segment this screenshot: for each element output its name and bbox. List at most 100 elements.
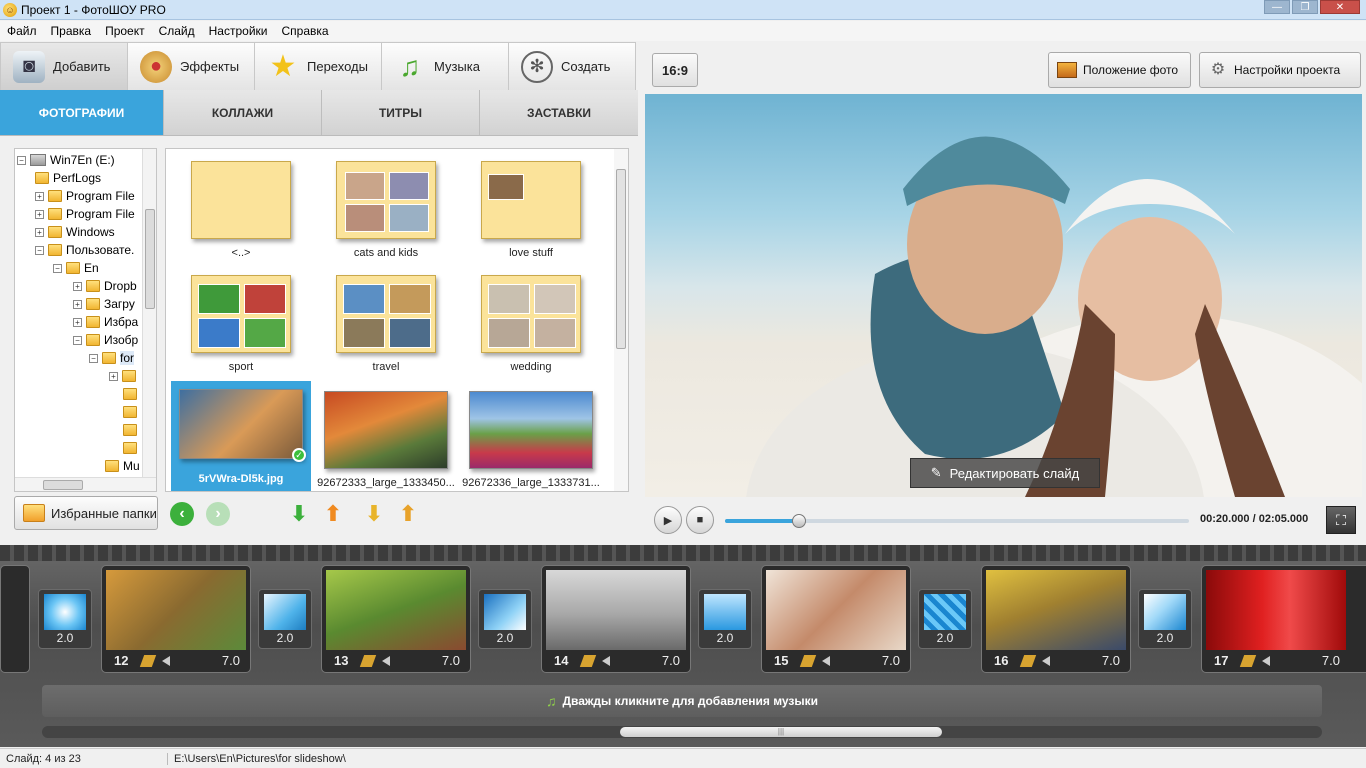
subtab-photos[interactable]: ФОТОГРАФИИ bbox=[0, 90, 164, 135]
favorite-folders-button[interactable]: Избранные папки bbox=[14, 496, 158, 530]
file-item-cats-and-kids[interactable]: cats and kids bbox=[316, 161, 456, 259]
file-item-travel[interactable]: travel bbox=[316, 275, 456, 373]
tree-item[interactable]: PerfLogs bbox=[35, 169, 101, 187]
tree-item[interactable] bbox=[123, 385, 141, 403]
tree-vertical-scrollbar[interactable] bbox=[142, 149, 156, 477]
menu-edit[interactable]: Правка bbox=[44, 24, 99, 38]
expand-icon[interactable]: + bbox=[35, 191, 44, 201]
file-item-photo[interactable]: 92672333_large_1333450... bbox=[316, 391, 456, 489]
scroll-thumb[interactable] bbox=[145, 209, 155, 309]
back-arrow-icon[interactable]: ‹ bbox=[170, 502, 194, 526]
slide-tile[interactable]: 17 7.0 bbox=[1201, 565, 1366, 673]
file-item-selected-photo[interactable]: ✓ 5rVWra-Dl5k.jpg bbox=[171, 381, 311, 491]
grid-scrollbar[interactable] bbox=[614, 149, 628, 491]
tree-item[interactable]: + Windows bbox=[35, 223, 115, 241]
tree-item[interactable]: − for bbox=[89, 349, 135, 367]
collapse-icon[interactable]: − bbox=[53, 263, 62, 273]
folder-up-icon[interactable]: ⬆ bbox=[396, 501, 420, 526]
speaker-icon[interactable] bbox=[822, 656, 830, 666]
move-down-icon[interactable]: ⬇ bbox=[287, 501, 311, 526]
pencil-icon[interactable] bbox=[579, 655, 597, 667]
speaker-icon[interactable] bbox=[1042, 656, 1050, 666]
tree-item[interactable]: − Изобр bbox=[73, 331, 138, 349]
expand-icon[interactable]: + bbox=[35, 209, 44, 219]
menu-settings[interactable]: Настройки bbox=[202, 24, 275, 38]
play-icon[interactable]: ▶ bbox=[654, 506, 682, 534]
project-settings-button[interactable]: ⚙ Настройки проекта bbox=[1199, 52, 1361, 88]
tree-item[interactable]: − En bbox=[53, 259, 99, 277]
timeline-scrollbar[interactable]: ||| bbox=[42, 726, 1322, 738]
slide-tile[interactable]: 15 7.0 bbox=[761, 565, 911, 673]
move-up-icon[interactable]: ⬆ bbox=[321, 501, 345, 526]
tree-item[interactable] bbox=[123, 421, 141, 439]
transition-tile[interactable]: 2.0 bbox=[918, 589, 972, 649]
speaker-icon[interactable] bbox=[1262, 656, 1270, 666]
expand-icon[interactable]: + bbox=[73, 281, 82, 291]
close-icon[interactable]: ✕ bbox=[1320, 0, 1360, 14]
menu-project[interactable]: Проект bbox=[98, 24, 152, 38]
tree-item[interactable]: Mu bbox=[105, 457, 140, 475]
slide-tile[interactable]: 12 7.0 bbox=[101, 565, 251, 673]
photo-position-button[interactable]: Положение фото bbox=[1048, 52, 1191, 88]
pencil-icon[interactable] bbox=[359, 655, 377, 667]
music-track[interactable]: ♫ Дважды кликните для добавления музыки bbox=[42, 685, 1322, 717]
expand-icon[interactable]: + bbox=[109, 371, 118, 381]
tree-horizontal-scrollbar[interactable] bbox=[15, 477, 156, 491]
edit-slide-button[interactable]: ✎ Редактировать слайд bbox=[910, 458, 1100, 488]
tree-item[interactable]: + Загру bbox=[73, 295, 135, 313]
scroll-thumb[interactable]: ||| bbox=[620, 727, 942, 737]
collapse-icon[interactable]: − bbox=[35, 245, 44, 255]
speaker-icon[interactable] bbox=[382, 656, 390, 666]
tab-music[interactable]: ♫ Музыка bbox=[381, 42, 509, 90]
tree-item[interactable]: + bbox=[109, 367, 140, 385]
pencil-icon[interactable] bbox=[799, 655, 817, 667]
playback-knob[interactable] bbox=[792, 514, 807, 528]
fullscreen-icon[interactable]: ⛶ bbox=[1326, 506, 1356, 534]
file-item-parent[interactable]: <..> bbox=[171, 161, 311, 259]
tab-effects[interactable]: ● Эффекты bbox=[127, 42, 255, 90]
stop-icon[interactable]: ■ bbox=[686, 506, 714, 534]
file-item-love-stuff[interactable]: love stuff bbox=[461, 161, 601, 259]
tab-add[interactable]: ◙ Добавить bbox=[0, 42, 128, 90]
aspect-ratio-button[interactable]: 16:9 bbox=[652, 53, 698, 87]
menu-slide[interactable]: Слайд bbox=[152, 24, 202, 38]
slide-tile[interactable]: 14 7.0 bbox=[541, 565, 691, 673]
tab-create[interactable]: ✻ Создать bbox=[508, 42, 636, 90]
file-item-wedding[interactable]: wedding bbox=[461, 275, 601, 373]
collapse-icon[interactable]: − bbox=[73, 335, 82, 345]
pencil-icon[interactable] bbox=[139, 655, 157, 667]
slide-partial[interactable] bbox=[0, 565, 30, 673]
expand-icon[interactable]: + bbox=[73, 317, 82, 327]
tree-item[interactable]: − Win7En (E:) bbox=[17, 151, 115, 169]
minimize-icon[interactable]: — bbox=[1264, 0, 1290, 14]
slide-tile[interactable]: 16 7.0 bbox=[981, 565, 1131, 673]
expand-icon[interactable]: + bbox=[35, 227, 44, 237]
transition-tile[interactable]: 2.0 bbox=[478, 589, 532, 649]
tree-item[interactable] bbox=[123, 439, 141, 457]
transition-tile[interactable]: 2.0 bbox=[258, 589, 312, 649]
tree-item[interactable]: + Избра bbox=[73, 313, 138, 331]
menu-help[interactable]: Справка bbox=[274, 24, 335, 38]
scroll-thumb[interactable] bbox=[43, 480, 83, 490]
file-item-sport[interactable]: sport bbox=[171, 275, 311, 373]
collapse-icon[interactable]: − bbox=[17, 155, 26, 165]
menu-file[interactable]: Файл bbox=[0, 24, 44, 38]
transition-tile[interactable]: 2.0 bbox=[698, 589, 752, 649]
tree-item[interactable]: + Program File bbox=[35, 205, 135, 223]
tab-transitions[interactable]: ★ Переходы bbox=[254, 42, 382, 90]
subtab-collages[interactable]: КОЛЛАЖИ bbox=[164, 90, 322, 135]
tree-item[interactable]: − Пользовате. bbox=[35, 241, 134, 259]
folder-tree[interactable]: Mu + − for − Изобр + Избра + Загру + Dropb − En − Польз… bbox=[14, 148, 157, 492]
subtab-intros[interactable]: ЗАСТАВКИ bbox=[480, 90, 638, 135]
collapse-icon[interactable]: − bbox=[89, 353, 98, 363]
playback-slider[interactable] bbox=[725, 514, 1189, 528]
maximize-icon[interactable]: ❐ bbox=[1292, 0, 1318, 14]
tree-item[interactable] bbox=[123, 403, 141, 421]
slide-tile[interactable]: 13 7.0 bbox=[321, 565, 471, 673]
transition-tile[interactable]: 2.0 bbox=[1138, 589, 1192, 649]
file-item-photo[interactable]: 92672336_large_1333731... bbox=[461, 391, 601, 489]
folder-down-icon[interactable]: ⬇ bbox=[362, 501, 386, 526]
subtab-titles[interactable]: ТИТРЫ bbox=[322, 90, 480, 135]
pencil-icon[interactable] bbox=[1019, 655, 1037, 667]
tree-item[interactable]: + Program File bbox=[35, 187, 135, 205]
